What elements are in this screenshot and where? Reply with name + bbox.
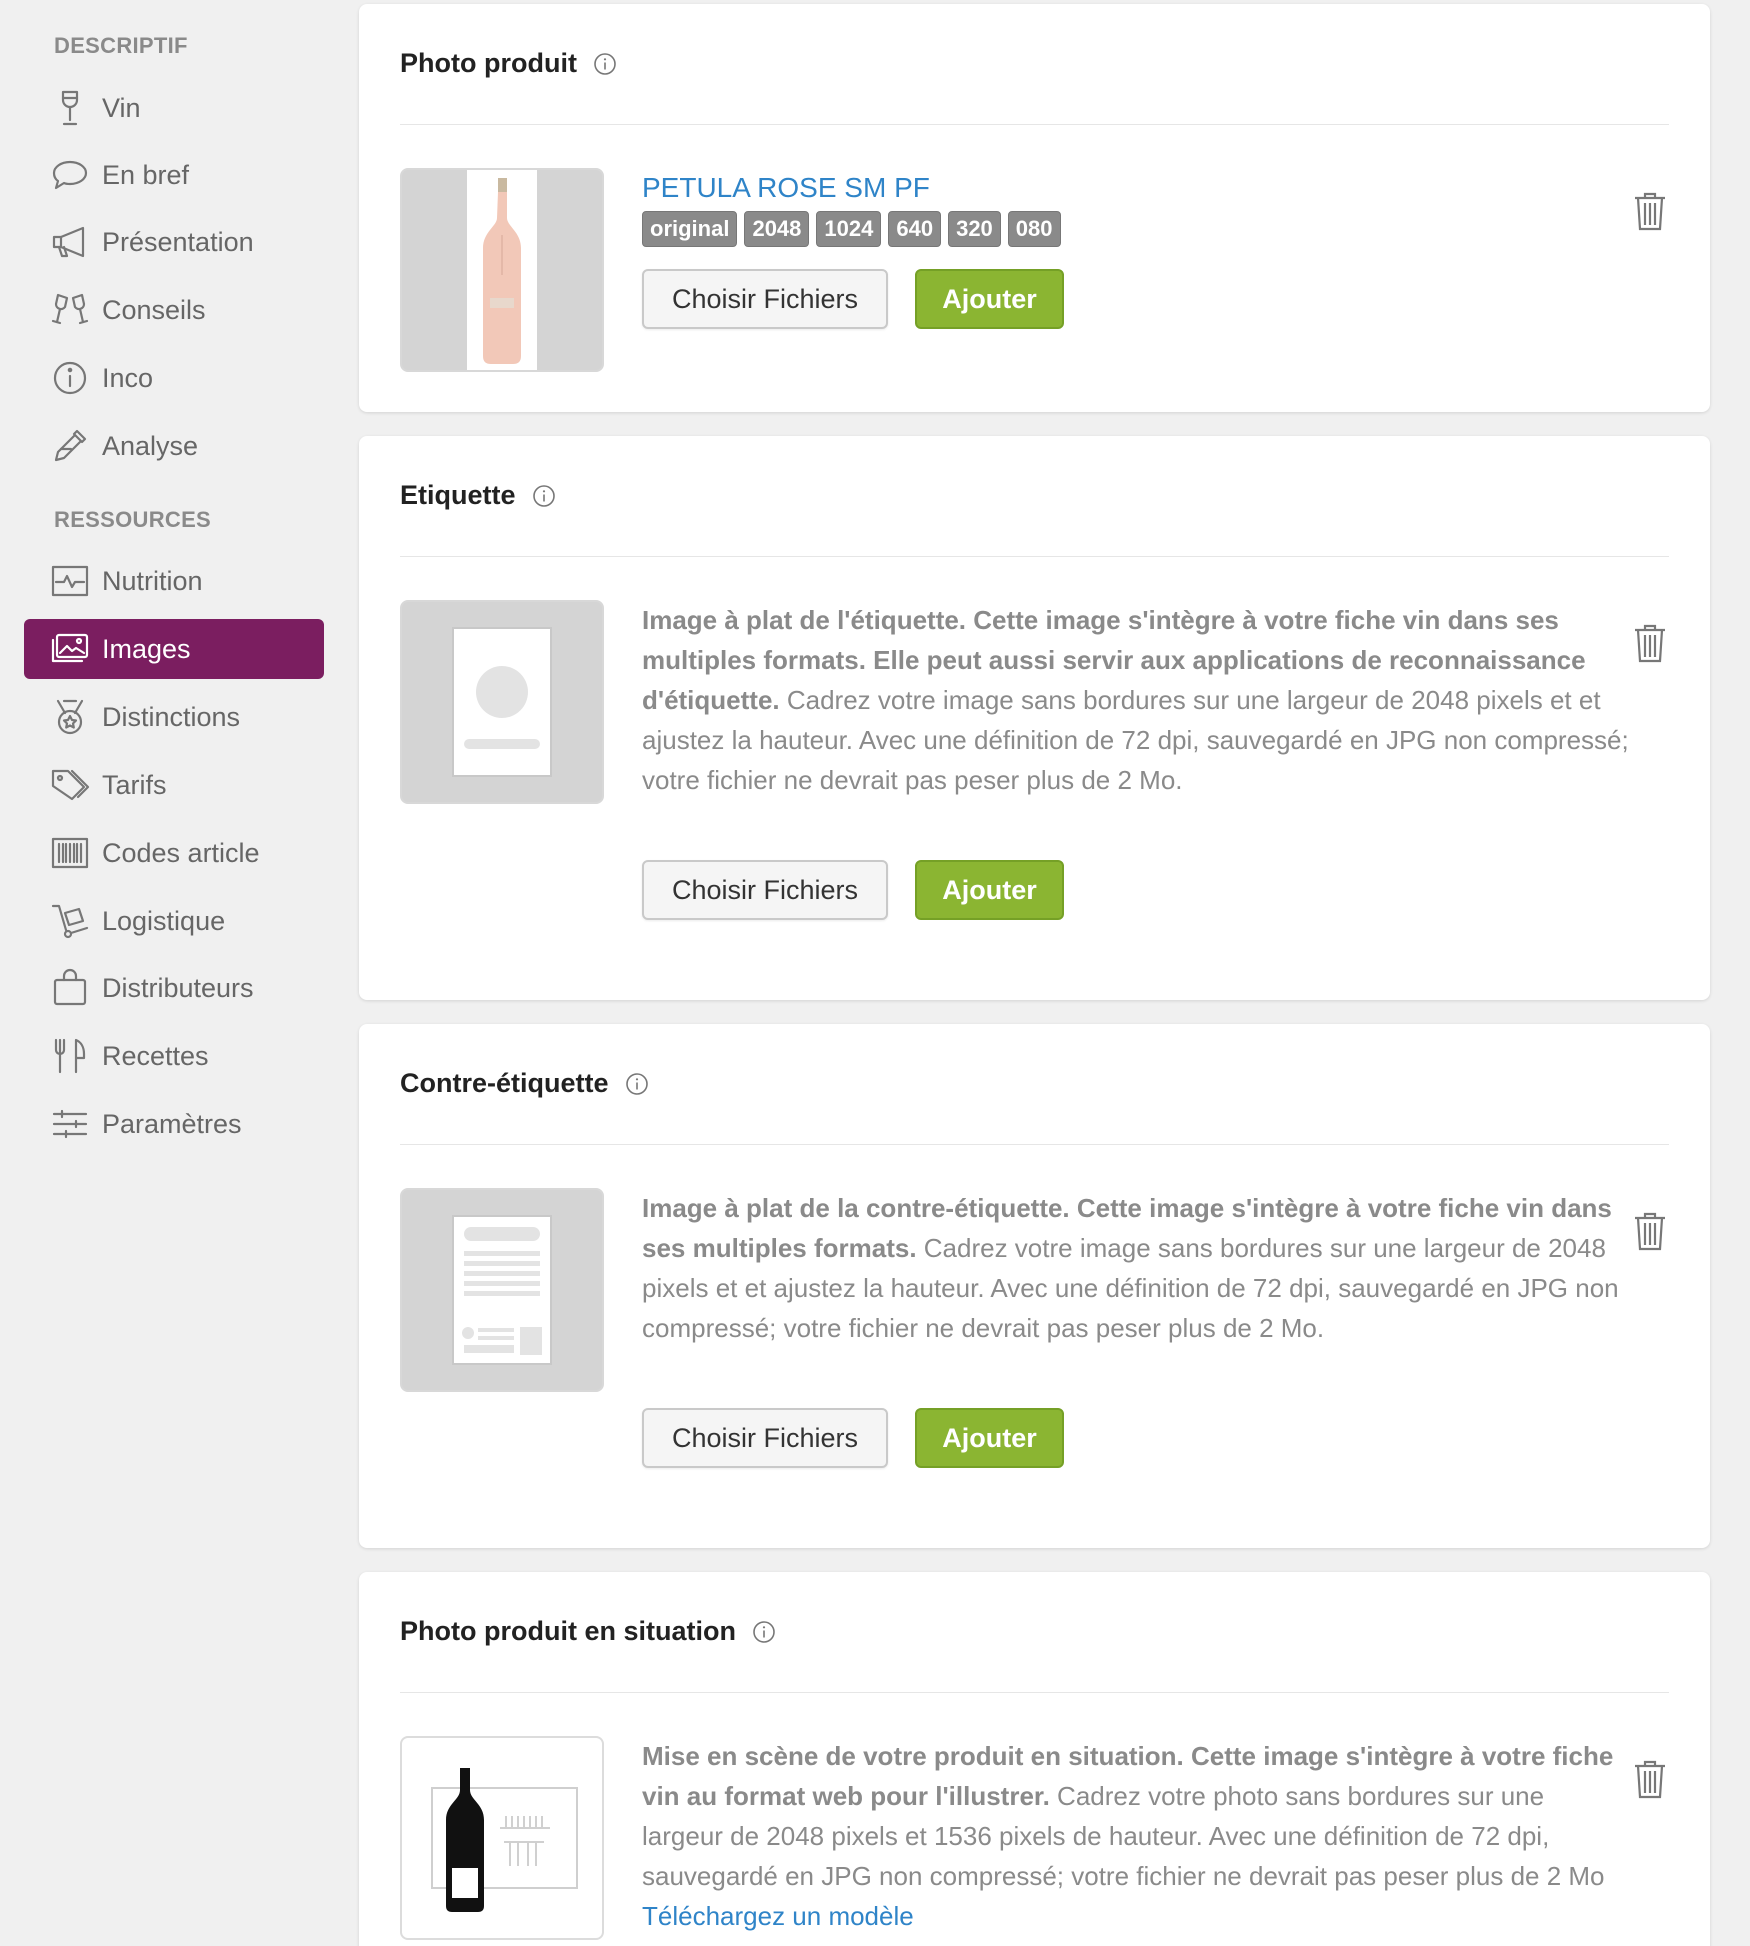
info-icon[interactable] [752,1620,776,1644]
tags-icon [48,763,92,807]
sidebar-item-tarifs[interactable]: Tarifs [24,755,324,815]
sidebar-item-parametres[interactable]: Paramètres [24,1094,324,1154]
sidebar-item-distributeurs[interactable]: Distributeurs [24,958,324,1018]
wine-bottle-image [467,170,537,370]
sidebar-item-label: Inco [102,362,154,393]
sidebar-item-inco[interactable]: Inco [24,348,324,408]
sidebar-item-codes-article[interactable]: Codes article [24,823,324,883]
sidebar-item-label: Conseils [102,294,206,325]
wine-glass-icon [48,86,92,130]
label-placeholder-thumbnail[interactable] [400,600,604,804]
badge-320[interactable]: 320 [948,211,1001,247]
badge-080[interactable]: 080 [1007,211,1061,247]
badge-640[interactable]: 640 [888,211,942,247]
sidebar-item-conseils[interactable]: Conseils [24,280,324,340]
sidebar-item-logistique[interactable]: Logistique [24,891,324,951]
contre-etiquette-description: Image à plat de la contre-étiquette. Cet… [642,1193,1619,1343]
badge-original[interactable]: original [642,211,738,247]
info-icon[interactable] [532,484,556,508]
choose-files-button[interactable]: Choisir Fichiers [642,860,888,920]
trash-icon[interactable] [1632,1210,1668,1252]
divider [400,124,1669,125]
images-icon [48,627,92,671]
sidebar-item-vin[interactable]: Vin [24,78,324,138]
product-name-link[interactable]: PETULA ROSE SM PF [642,172,930,204]
etiquette-description: Image à plat de l'étiquette. Cette image… [642,605,1629,795]
divider [400,1692,1669,1693]
sidebar-item-label: Tarifs [102,769,167,800]
sidebar-item-recettes[interactable]: Recettes [24,1026,324,1086]
size-badges: original 2048 1024 640 320 080 [642,211,1061,247]
sidebar-item-presentation[interactable]: Présentation [24,212,324,272]
sidebar-item-label: Images [102,633,191,664]
sidebar-item-label: Paramètres [102,1108,242,1139]
sliders-icon [48,1102,92,1146]
card-photo-situation: Photo produit en situation Mise en scène… [359,1572,1710,1946]
label-placeholder-image [452,627,552,777]
back-label-placeholder-thumbnail[interactable] [400,1188,604,1392]
sidebar-item-analyse[interactable]: Analyse [24,416,324,476]
info-circle-icon [48,356,92,400]
sidebar-item-nutrition[interactable]: Nutrition [24,551,324,611]
card-etiquette: Etiquette Image à plat de l'étiquette. C… [359,436,1710,1000]
sidebar-item-label: Vin [102,92,141,123]
card-contre-etiquette: Contre-étiquette Image à plat de la cont… [359,1024,1710,1548]
sidebar-item-label: Analyse [102,430,199,461]
megaphone-icon [48,220,92,264]
add-button[interactable]: Ajouter [915,1408,1064,1468]
sidebar-item-distinctions[interactable]: Distinctions [24,687,324,747]
card-photo-produit: Photo produit PETULA ROSE SM PF original… [359,4,1710,412]
product-photo-thumbnail[interactable] [400,168,604,372]
pipette-icon [48,424,92,468]
sidebar: DESCRIPTIF Vin En bref Présentation Cons… [0,0,340,1946]
add-button[interactable]: Ajouter [915,269,1064,329]
situation-description: Mise en scène de votre produit en situat… [642,1741,1614,1931]
situation-placeholder-image [431,1768,578,1912]
card-title: Contre-étiquette [400,1068,649,1099]
badge-1024[interactable]: 1024 [816,211,882,247]
back-label-placeholder-image [452,1215,552,1365]
sidebar-item-label: Présentation [102,226,254,257]
sidebar-item-label: Distinctions [102,701,241,732]
badge-2048[interactable]: 2048 [744,211,810,247]
toast-glasses-icon [48,288,92,332]
card-title: Photo produit en situation [400,1616,776,1647]
card-title: Photo produit [400,48,617,79]
info-icon[interactable] [593,52,617,76]
situation-placeholder-thumbnail[interactable] [400,1736,604,1940]
medal-icon [48,695,92,739]
heartbeat-icon [48,559,92,603]
card-title: Etiquette [400,480,556,511]
sidebar-item-label: Nutrition [102,565,203,596]
sidebar-item-label: Codes article [102,837,260,868]
section-label-ressources: RESSOURCES [54,507,212,532]
speech-bubble-icon [48,153,92,197]
sidebar-item-en-bref[interactable]: En bref [24,145,324,205]
trash-icon[interactable] [1632,622,1668,664]
barcode-icon [48,831,92,875]
info-icon[interactable] [625,1072,649,1096]
add-button[interactable]: Ajouter [915,860,1064,920]
divider [400,1144,1669,1145]
fork-knife-icon [48,1034,92,1078]
sidebar-item-images[interactable]: Images [24,619,324,679]
trash-icon[interactable] [1632,190,1668,232]
choose-files-button[interactable]: Choisir Fichiers [642,1408,888,1468]
hand-truck-icon [48,899,92,943]
sidebar-item-label: Logistique [102,905,226,936]
shopping-bag-icon [48,966,92,1010]
sidebar-item-label: En bref [102,159,190,190]
download-template-link[interactable]: Téléchargez un modèle [642,1901,914,1931]
trash-icon[interactable] [1632,1758,1668,1800]
divider [400,556,1669,557]
sidebar-item-label: Recettes [102,1040,209,1071]
sidebar-item-label: Distributeurs [102,972,254,1003]
choose-files-button[interactable]: Choisir Fichiers [642,269,888,329]
section-label-descriptif: DESCRIPTIF [54,33,188,58]
